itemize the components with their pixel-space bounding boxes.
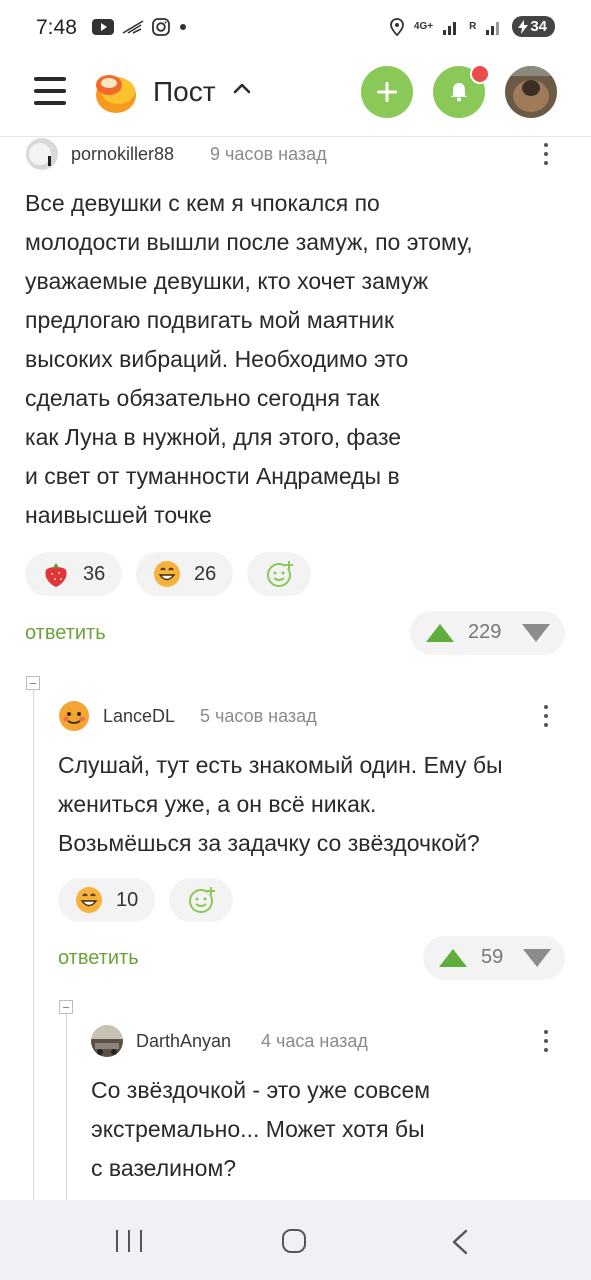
recent-apps-icon[interactable] (116, 1230, 142, 1252)
status-notification-icons (92, 18, 188, 36)
status-system-icons: 4G+ R 34 (389, 16, 555, 37)
menu-icon[interactable] (34, 77, 66, 105)
downvote-arrow-icon[interactable] (522, 624, 550, 642)
bell-icon (451, 83, 467, 102)
comment-username[interactable]: LanceDL (103, 706, 175, 727)
home-icon[interactable] (282, 1229, 306, 1253)
back-icon[interactable] (450, 1229, 470, 1255)
battery-level: 34 (530, 18, 547, 35)
comment-text: Все девушки с кем я чпокался по молодост… (25, 190, 473, 528)
chevron-up-icon[interactable] (233, 82, 251, 94)
comment-avatar[interactable] (58, 700, 90, 732)
app-header: Пост (0, 56, 591, 137)
thread-line-level1 (33, 690, 34, 1200)
collapse-thread-button[interactable] (59, 1000, 73, 1014)
add-reaction-button[interactable] (169, 878, 233, 922)
reaction-count: 36 (83, 562, 106, 585)
strawberry-icon (45, 563, 67, 587)
reaction-grinning[interactable]: 10 (58, 878, 155, 922)
cellular-signal-2-icon (486, 21, 500, 35)
page-title[interactable]: Пост (153, 76, 216, 108)
grinning-face-icon (76, 887, 102, 913)
location-icon (389, 17, 404, 36)
downvote-arrow-icon[interactable] (523, 949, 551, 967)
roaming-label: R (469, 21, 477, 32)
reaction-strawberry[interactable]: 36 (25, 552, 122, 596)
reply-link[interactable]: ответить (58, 947, 139, 970)
status-time: 7:48 (36, 16, 77, 39)
add-emoji-icon (189, 887, 215, 913)
comment-timestamp: 9 часов назад (210, 144, 327, 164)
comment-avatar[interactable] (26, 138, 58, 170)
dot-icon (180, 24, 186, 30)
pikabu-logo[interactable] (90, 69, 138, 117)
battery-indicator: 34 (512, 16, 555, 37)
comment-timestamp: 4 часа назад (261, 1031, 368, 1051)
vote-widget: 229 (410, 611, 565, 655)
more-options-icon[interactable] (536, 702, 556, 730)
vote-widget: 59 (423, 936, 565, 980)
signal-strength-icon (122, 20, 144, 34)
user-avatar[interactable] (505, 66, 557, 118)
add-emoji-icon (267, 561, 293, 587)
more-options-icon[interactable] (536, 140, 556, 168)
status-bar: 7:48 4G+ R 34 (0, 0, 591, 56)
upvote-arrow-icon[interactable] (439, 949, 467, 967)
charging-bolt-icon (518, 19, 529, 34)
more-options-icon[interactable] (536, 1027, 556, 1055)
upvote-arrow-icon[interactable] (426, 624, 454, 642)
system-navigation-bar (0, 1200, 591, 1280)
add-post-button[interactable] (361, 66, 413, 118)
cellular-signal-icon (443, 21, 457, 35)
add-reaction-button[interactable] (247, 552, 311, 596)
comment-rating: 59 (481, 946, 504, 968)
comment-text: Слушай, тут есть знакомый один. Ему бы ж… (58, 752, 503, 856)
notification-badge (470, 64, 490, 84)
comment-text: Со звёздочкой - это уже совсем экстремал… (91, 1077, 431, 1181)
youtube-icon (92, 19, 114, 35)
comment-username[interactable]: DarthAnyan (136, 1031, 231, 1052)
plus-icon (377, 82, 397, 102)
thread-line-level2 (66, 1014, 67, 1200)
reaction-count: 10 (116, 888, 139, 911)
grinning-face-icon (154, 561, 180, 587)
instagram-icon (152, 18, 170, 36)
comment-timestamp: 5 часов назад (200, 706, 317, 726)
network-type-label: 4G+ (413, 21, 434, 32)
comment-username[interactable]: pornokiller88 (71, 144, 174, 165)
reaction-count: 26 (194, 562, 217, 585)
comment-rating: 229 (468, 621, 502, 643)
reply-link[interactable]: ответить (25, 622, 106, 645)
comment-avatar[interactable] (91, 1025, 123, 1057)
collapse-thread-button[interactable] (26, 676, 40, 690)
reaction-grinning[interactable]: 26 (136, 552, 233, 596)
